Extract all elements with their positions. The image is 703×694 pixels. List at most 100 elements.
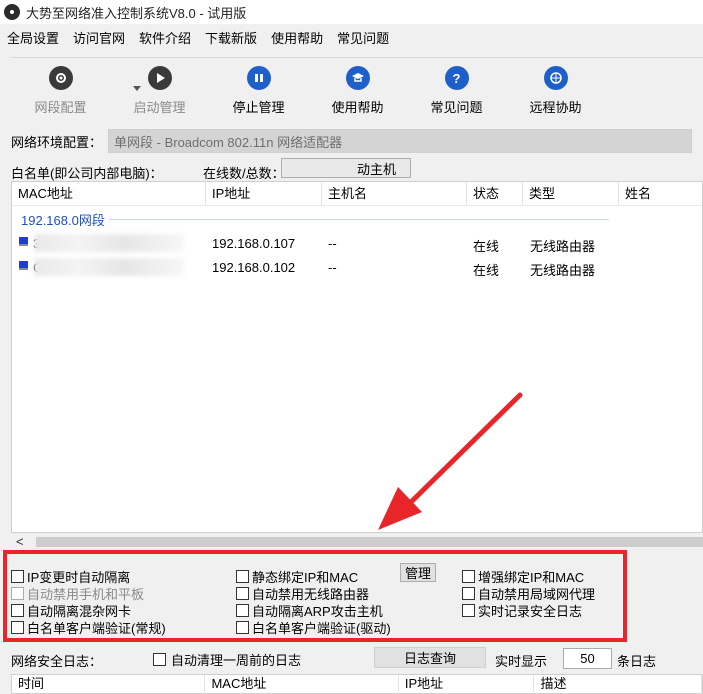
log-column-desc[interactable]: 描述 <box>534 675 702 694</box>
host-table: MAC地址 IP地址 主机名 状态 类型 姓名 192.168.0网段 3C 1… <box>11 181 703 533</box>
app-icon <box>4 4 20 20</box>
computer-icon <box>19 261 28 270</box>
help-label: 使用帮助 <box>331 100 384 115</box>
checkbox-box <box>462 604 475 617</box>
whitelist-client-regular-checkbox[interactable]: 白名单客户端验证(常规) <box>11 618 166 637</box>
cell-hostname: -- <box>328 236 337 251</box>
globe-icon <box>543 66 568 90</box>
faq-label: 常见问题 <box>430 100 483 115</box>
add-host-button[interactable]: 动主机 <box>281 158 411 178</box>
log-query-label: 日志查询 <box>403 651 456 666</box>
chevron-down-icon[interactable] <box>133 86 141 91</box>
log-controls: 网络安全日志： 自动清理一周前的日志 日志查询 实时显示 50 条日志 <box>0 647 703 671</box>
help-button[interactable]: 使用帮助 <box>308 58 407 122</box>
toolbar: 网段配置 启动管理 停止管理 使用帮助 ? 常见问题 远程协助 <box>11 57 703 121</box>
realtime-log-checkbox[interactable]: 实时记录安全日志 <box>462 601 582 620</box>
cell-type: 无线路由器 <box>530 239 596 254</box>
auto-clear-log-checkbox[interactable]: 自动清理一周前的日志 <box>153 650 301 669</box>
options-panel: IP变更时自动隔离 自动禁用手机和平板 自动隔离混杂网卡 白名单客户端验证(常规… <box>3 550 627 642</box>
column-name[interactable]: 姓名 <box>619 182 702 206</box>
start-management-button[interactable]: 启动管理 <box>110 58 209 122</box>
cell-ip: 192.168.0.107 <box>212 236 296 251</box>
cell-status: 在线 <box>473 239 500 254</box>
faq-button[interactable]: ? 常见问题 <box>407 58 506 122</box>
whitelist-row: 白名单(即公司内部电脑)： 在线数/总数：2/2 动主机 <box>0 158 703 182</box>
scrollbar-thumb[interactable] <box>36 537 703 547</box>
menu-official-site[interactable]: 访问官网 <box>66 28 132 47</box>
cell-type: 无线路由器 <box>530 263 596 278</box>
menu-software-intro[interactable]: 软件介绍 <box>132 28 198 47</box>
checkbox-box <box>462 587 475 600</box>
segment-config-button[interactable]: 网段配置 <box>11 58 110 122</box>
log-query-button[interactable]: 日志查询 <box>374 647 486 668</box>
computer-icon <box>19 237 28 246</box>
redacted-mac <box>34 258 184 276</box>
manage-button[interactable]: 管理 <box>400 563 436 582</box>
env-config-row: 网络环境配置： 单网段 - Broadcom 802.11n 网络适配器 <box>0 128 703 154</box>
cell-status: 在线 <box>473 263 500 278</box>
menu-faq[interactable]: 常见问题 <box>330 28 396 47</box>
segment-config-label: 网段配置 <box>34 100 87 115</box>
cell-hostname: -- <box>328 260 337 275</box>
checkbox-box <box>236 604 249 617</box>
checkbox-box <box>11 587 24 600</box>
checkbox-box <box>11 570 24 583</box>
checkbox-box <box>11 621 24 634</box>
manage-label: 管理 <box>404 566 431 581</box>
whitelist-label: 白名单(即公司内部电脑)： <box>11 166 163 181</box>
realtime-log-label: 实时记录安全日志 <box>478 604 583 619</box>
env-config-label: 网络环境配置： <box>11 134 103 150</box>
env-config-select[interactable]: 单网段 - Broadcom 802.11n 网络适配器 <box>108 129 693 153</box>
cell-ip: 192.168.0.102 <box>212 260 296 275</box>
group-label: 192.168.0网段 <box>21 213 105 228</box>
whitelist-client-driver-label: 白名单客户端验证(驱动) <box>252 621 391 636</box>
column-status[interactable]: 状态 <box>467 182 523 206</box>
redacted-mac <box>34 234 184 252</box>
checkbox-box <box>236 621 249 634</box>
security-log-label: 网络安全日志： <box>11 654 103 669</box>
stop-management-button[interactable]: 停止管理 <box>209 58 308 122</box>
whitelist-client-regular-label: 白名单客户端验证(常规) <box>27 621 166 636</box>
menu-bar: 全局设置 访问官网 软件介绍 下载新版 使用帮助 常见问题 <box>0 26 703 48</box>
menu-help[interactable]: 使用帮助 <box>264 28 330 47</box>
graduation-cap-icon <box>345 66 370 90</box>
env-config-value: 单网段 - Broadcom 802.11n 网络适配器 <box>114 134 343 150</box>
auto-clear-log-label: 自动清理一周前的日志 <box>171 653 302 668</box>
whitelist-client-driver-checkbox[interactable]: 白名单客户端验证(驱动) <box>236 618 391 637</box>
stop-management-label: 停止管理 <box>232 100 285 115</box>
realtime-display-label: 实时显示 <box>495 654 548 669</box>
realtime-count-input[interactable]: 50 <box>563 648 612 669</box>
log-column-ip[interactable]: IP地址 <box>399 675 535 694</box>
column-type[interactable]: 类型 <box>523 182 619 206</box>
horizontal-scrollbar[interactable]: < <box>11 533 703 550</box>
pause-icon <box>246 66 271 90</box>
question-icon: ? <box>444 66 469 90</box>
remote-assist-label: 远程协助 <box>529 100 582 115</box>
title-bar: 大势至网络准入控制系统V8.0 - 试用版 <box>0 0 703 24</box>
add-host-label: 动主机 <box>356 161 396 177</box>
log-column-mac[interactable]: MAC地址 <box>205 675 399 694</box>
realtime-unit-label: 条日志 <box>617 654 657 669</box>
column-mac[interactable]: MAC地址 <box>12 182 206 206</box>
checkbox-box <box>236 570 249 583</box>
checkbox-box <box>462 570 475 583</box>
start-management-label: 启动管理 <box>133 100 186 115</box>
column-hostname[interactable]: 主机名 <box>322 182 467 206</box>
table-header: MAC地址 IP地址 主机名 状态 类型 姓名 <box>12 182 702 206</box>
log-column-time[interactable]: 时间 <box>12 675 206 694</box>
table-row[interactable]: C 192.168.0.102 -- 在线 无线路由器 <box>12 256 702 278</box>
scroll-left-icon[interactable]: < <box>16 534 24 549</box>
remote-assist-button[interactable]: 远程协助 <box>506 58 605 122</box>
divider <box>108 219 609 220</box>
log-table-header: 时间 MAC地址 IP地址 描述 <box>11 674 703 694</box>
column-ip[interactable]: IP地址 <box>206 182 322 206</box>
checkbox-box <box>153 653 166 666</box>
gear-icon <box>48 66 73 90</box>
table-row[interactable]: 3C 192.168.0.107 -- 在线 无线路由器 <box>12 232 702 254</box>
group-header[interactable]: 192.168.0网段 <box>21 210 609 229</box>
menu-download[interactable]: 下载新版 <box>198 28 264 47</box>
checkbox-box <box>236 587 249 600</box>
play-icon <box>147 66 172 90</box>
checkbox-box <box>11 604 24 617</box>
menu-global-settings[interactable]: 全局设置 <box>0 28 66 47</box>
